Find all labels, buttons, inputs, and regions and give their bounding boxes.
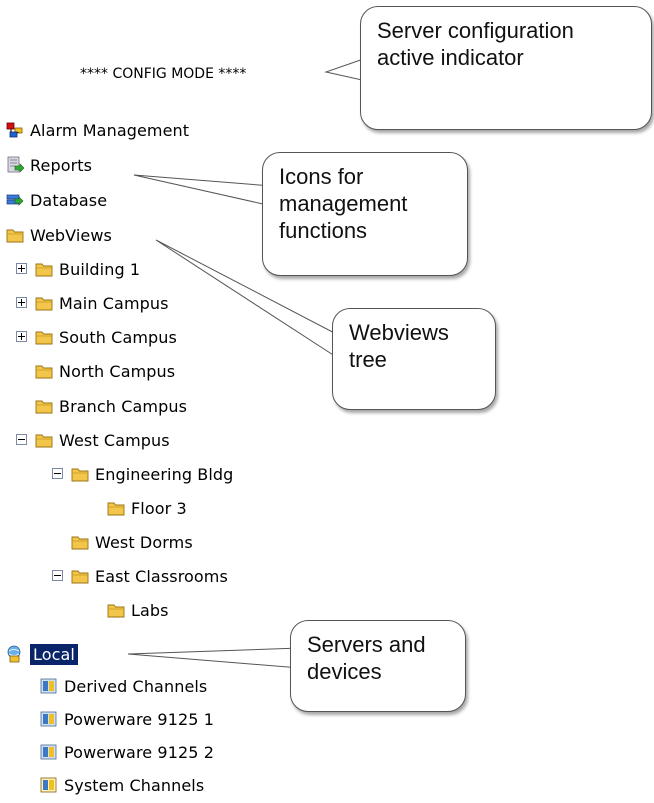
expand-toggle[interactable]: [16, 331, 27, 342]
folder-icon: [71, 533, 89, 551]
server-icon: [6, 645, 24, 663]
tree-label: Engineering Bldg: [95, 464, 234, 484]
device-icon: [40, 743, 58, 761]
callout-management-icons: Icons for management functions: [262, 152, 468, 276]
tree-label: Branch Campus: [59, 396, 188, 416]
folder-icon: [71, 567, 89, 585]
collapse-toggle[interactable]: [52, 468, 63, 479]
folder-icon: [35, 431, 53, 449]
tree-label: Powerware 9125 1: [64, 709, 215, 729]
callout-server-config: Server configuration active indicator: [360, 6, 652, 130]
device-icon: [40, 677, 58, 695]
folder-icon: [35, 260, 53, 278]
folder-icon: [71, 465, 89, 483]
reports-icon: [6, 156, 24, 174]
folder-icon: [107, 499, 125, 517]
folder-icon: [6, 226, 24, 244]
nav-item-reports[interactable]: Reports: [6, 152, 92, 178]
tree-label: WebViews: [30, 225, 112, 245]
collapse-toggle[interactable]: [16, 434, 27, 445]
expand-toggle[interactable]: [16, 297, 27, 308]
device-icon: [40, 710, 58, 728]
nav-label: Reports: [30, 155, 93, 175]
nav-label: Database: [30, 190, 108, 210]
tree-item-device[interactable]: System Channels: [40, 772, 204, 798]
folder-icon: [107, 601, 125, 619]
tree-label: North Campus: [59, 361, 176, 381]
tree-root-webviews[interactable]: WebViews: [6, 222, 112, 248]
tree-label-selected: Local: [30, 643, 78, 665]
tree-item-building-1[interactable]: Building 1: [35, 256, 140, 282]
callout-servers-devices: Servers and devices: [290, 620, 466, 712]
config-mode-indicator: **** CONFIG MODE ****: [80, 66, 247, 82]
folder-icon: [35, 397, 53, 415]
alarm-icon: [6, 121, 24, 139]
device-icon: [40, 776, 58, 794]
callout-webviews-tree: Webviews tree: [332, 308, 496, 410]
tree-label: Derived Channels: [64, 676, 208, 696]
tree-item-device[interactable]: Powerware 9125 2: [40, 739, 214, 765]
tree-label: Floor 3: [131, 498, 187, 518]
tree-label: West Campus: [59, 430, 170, 450]
nav-label: Alarm Management: [30, 120, 190, 140]
tree-item-branch-campus[interactable]: Branch Campus: [35, 393, 187, 419]
nav-item-alarm-management[interactable]: Alarm Management: [6, 117, 189, 143]
tree-item-east-classrooms[interactable]: East Classrooms: [71, 563, 228, 589]
tree-item-engineering-bldg[interactable]: Engineering Bldg: [71, 461, 233, 487]
database-icon: [6, 191, 24, 209]
tree-label: East Classrooms: [95, 566, 228, 586]
tree-item-device[interactable]: Derived Channels: [40, 673, 207, 699]
tree-item-main-campus[interactable]: Main Campus: [35, 290, 169, 316]
tree-label: Powerware 9125 2: [64, 742, 215, 762]
tree-item-labs[interactable]: Labs: [107, 597, 169, 623]
tree-label: Building 1: [59, 259, 141, 279]
nav-item-database[interactable]: Database: [6, 187, 107, 213]
tree-label: South Campus: [59, 327, 177, 347]
tree-label: System Channels: [64, 775, 205, 795]
collapse-toggle[interactable]: [52, 570, 63, 581]
tree-item-south-campus[interactable]: South Campus: [35, 324, 177, 350]
tree-item-north-campus[interactable]: North Campus: [35, 358, 175, 384]
tree-item-west-dorms[interactable]: West Dorms: [71, 529, 193, 555]
expand-toggle[interactable]: [16, 263, 27, 274]
tree-label: Main Campus: [59, 293, 169, 313]
tree-item-floor-3[interactable]: Floor 3: [107, 495, 187, 521]
tree-label: Labs: [131, 600, 169, 620]
tree-item-west-campus[interactable]: West Campus: [35, 427, 170, 453]
tree-item-local-server[interactable]: Local: [6, 641, 78, 667]
folder-icon: [35, 362, 53, 380]
tree-item-device[interactable]: Powerware 9125 1: [40, 706, 214, 732]
folder-icon: [35, 294, 53, 312]
tree-label: West Dorms: [95, 532, 193, 552]
folder-icon: [35, 328, 53, 346]
